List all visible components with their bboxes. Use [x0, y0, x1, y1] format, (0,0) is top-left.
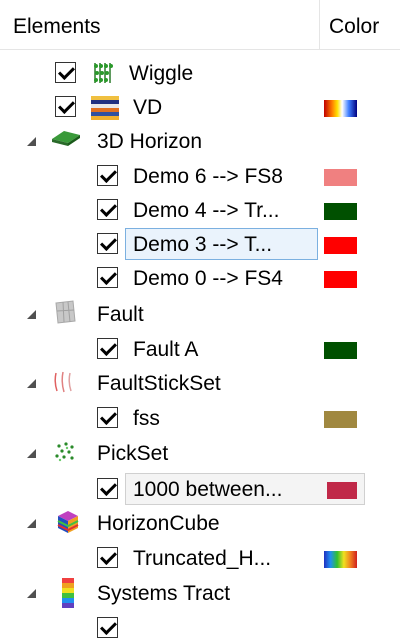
demo-0-checkbox[interactable] — [97, 267, 118, 288]
tree-group-fault[interactable]: Fault — [0, 298, 400, 332]
tree-item-vd[interactable]: VD — [0, 91, 400, 125]
tree-item-systems-tract-child[interactable] — [0, 612, 400, 643]
systems-tract-icon — [62, 578, 74, 614]
expand-arrow-icon[interactable] — [27, 310, 36, 319]
tree-group-3d-horizon[interactable]: 3D Horizon — [0, 125, 400, 159]
1000-between-color-swatch[interactable] — [327, 482, 357, 499]
horizon-3d-icon — [50, 127, 82, 155]
tree-item-1000-between[interactable]: 1000 between... — [0, 473, 400, 507]
systems-tract-child-checkbox[interactable] — [97, 617, 118, 638]
expand-arrow-icon[interactable] — [27, 589, 36, 598]
color-header-label: Color — [329, 15, 380, 38]
tree-item-fss[interactable]: fss — [0, 402, 400, 436]
faultstickset-icon — [51, 369, 77, 401]
tree-item-label: HorizonCube — [97, 512, 220, 535]
tree-item-demo-6[interactable]: Demo 6 --> FS8 — [0, 160, 400, 194]
demo-6-checkbox[interactable] — [97, 165, 118, 186]
fault-a-color-swatch[interactable] — [324, 342, 357, 359]
fss-checkbox[interactable] — [97, 407, 118, 428]
tree-item-label: VD — [133, 96, 163, 119]
tree-item-label: Wiggle — [129, 62, 194, 85]
vd-color-swatch[interactable] — [324, 100, 357, 117]
tree-item-label: Demo 6 --> FS8 — [133, 165, 283, 188]
demo-6-color-swatch[interactable] — [324, 169, 357, 186]
demo-3-color-swatch[interactable] — [324, 237, 357, 254]
tree-group-horizoncube[interactable]: HorizonCube — [0, 507, 400, 541]
demo-3-checkbox[interactable] — [97, 233, 118, 254]
elements-header-label: Elements — [13, 15, 101, 38]
expand-arrow-icon[interactable] — [27, 379, 36, 388]
truncated-h-color-swatch[interactable] — [324, 551, 357, 568]
fault-a-checkbox[interactable] — [97, 338, 118, 359]
elements-column-header[interactable]: Elements — [0, 0, 320, 50]
tree-item-label: Demo 4 --> Tr... — [133, 199, 280, 222]
expand-arrow-icon[interactable] — [27, 137, 36, 146]
wiggle-icon — [91, 60, 117, 92]
wiggle-checkbox[interactable] — [55, 62, 76, 83]
demo-0-color-swatch[interactable] — [324, 271, 357, 288]
tree-item-demo-3[interactable]: Demo 3 --> T... — [0, 228, 400, 262]
expand-arrow-icon[interactable] — [27, 449, 36, 458]
fss-color-swatch[interactable] — [324, 411, 357, 428]
1000-between-checkbox[interactable] — [97, 478, 118, 499]
tree-item-wiggle[interactable]: Wiggle — [0, 57, 400, 91]
tree-item-label: fss — [133, 407, 160, 430]
tree-item-label: Demo 0 --> FS4 — [133, 267, 283, 290]
tree-group-pickset[interactable]: PickSet — [0, 437, 400, 471]
demo-4-checkbox[interactable] — [97, 199, 118, 220]
tree-item-fault-a[interactable]: Fault A — [0, 333, 400, 367]
tree-group-systems-tract[interactable]: Systems Tract — [0, 577, 400, 611]
elements-panel: Elements Color Wiggle VD 3D Horizon Demo… — [0, 0, 400, 643]
vd-colorbar-icon — [91, 94, 119, 128]
column-header: Elements Color — [0, 0, 400, 50]
tree-item-demo-0[interactable]: Demo 0 --> FS4 — [0, 262, 400, 296]
fault-icon — [53, 299, 79, 331]
tree-item-label: Fault — [97, 303, 144, 326]
tree-item-label: 1000 between... — [133, 478, 283, 501]
tree-item-label: Truncated_H... — [133, 547, 272, 570]
truncated-h-checkbox[interactable] — [97, 547, 118, 568]
tree-item-label: Demo 3 --> T... — [133, 233, 273, 256]
vd-checkbox[interactable] — [55, 96, 76, 117]
tree-item-label: 3D Horizon — [97, 130, 203, 153]
tree-item-label: Systems Tract — [97, 582, 231, 605]
tree-item-label: PickSet — [97, 442, 169, 465]
tree-item-demo-4[interactable]: Demo 4 --> Tr... — [0, 194, 400, 228]
horizoncube-icon — [55, 509, 81, 541]
tree-item-label: FaultStickSet — [97, 372, 221, 395]
tree-group-faultstickset[interactable]: FaultStickSet — [0, 367, 400, 401]
tree-item-label: Fault A — [133, 338, 199, 361]
pickset-icon — [53, 440, 77, 470]
demo-4-color-swatch[interactable] — [324, 203, 357, 220]
expand-arrow-icon[interactable] — [27, 519, 36, 528]
tree-item-truncated-h[interactable]: Truncated_H... — [0, 542, 400, 576]
